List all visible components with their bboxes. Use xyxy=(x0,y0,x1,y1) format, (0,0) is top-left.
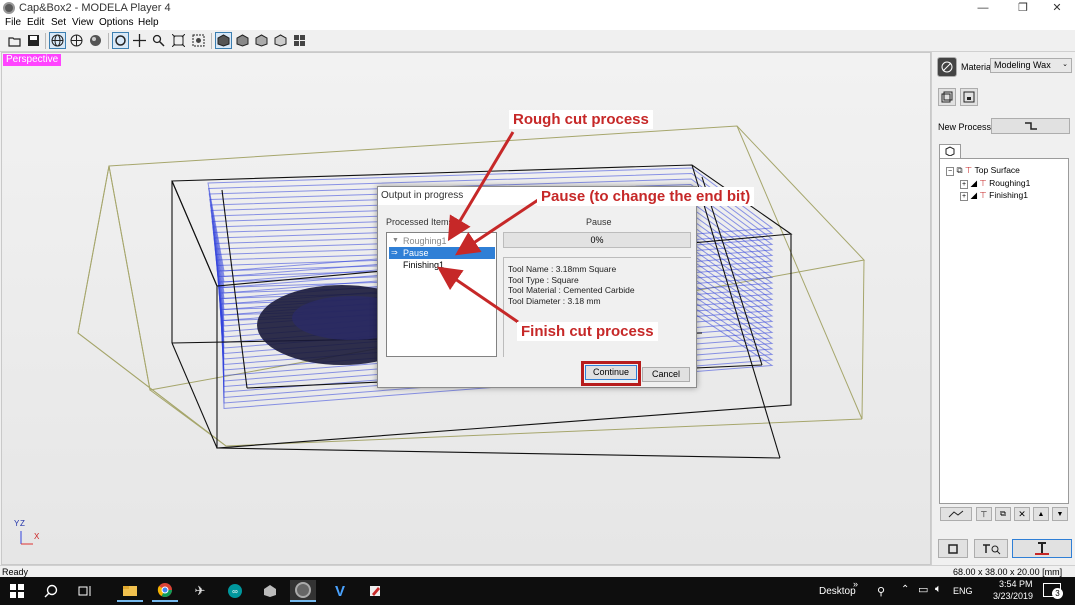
tool-icon: ⊤ xyxy=(979,190,987,200)
expand-icon: + xyxy=(960,192,969,201)
material-icon[interactable] xyxy=(937,57,957,77)
search-icon[interactable] xyxy=(38,580,64,602)
network-icon[interactable]: ▭ xyxy=(918,583,928,596)
people-icon[interactable]: ⚲ xyxy=(877,585,885,598)
model-view-icon[interactable] xyxy=(938,88,956,106)
3d-app-icon[interactable] xyxy=(257,580,283,602)
app-icon-plane[interactable]: ✈ xyxy=(187,580,213,602)
show-hidden-icons[interactable]: ⌃ xyxy=(901,584,909,595)
collapse-icon: − xyxy=(946,167,955,176)
desktop-toolbar[interactable]: Desktop xyxy=(819,586,856,597)
vectric-icon[interactable]: V xyxy=(327,580,353,602)
new-process-button[interactable] xyxy=(991,118,1070,134)
process-icon xyxy=(1024,122,1037,130)
expand-icon: + xyxy=(960,180,969,189)
chevron-double-icon[interactable]: » xyxy=(853,579,858,589)
task-view-icon[interactable] xyxy=(72,580,98,602)
tree-tab[interactable] xyxy=(939,144,961,158)
chevron-down-icon: ⌄ xyxy=(1062,61,1068,68)
notification-badge: 3 xyxy=(1052,588,1063,599)
preview-cut-icon[interactable] xyxy=(974,539,1008,558)
copy-icon[interactable]: ⧉ xyxy=(995,507,1011,521)
app-icon-red[interactable] xyxy=(362,580,388,602)
move-up-icon[interactable]: ▲ xyxy=(1033,507,1049,521)
svg-text:∞: ∞ xyxy=(232,587,238,596)
tree-item-roughing[interactable]: + ◢ ⊤ Roughing1 xyxy=(960,177,1030,189)
tool-icon: ⊤ xyxy=(964,165,973,175)
material-select[interactable]: Modeling Wax ⌄ xyxy=(990,58,1072,73)
annotation-pause: Pause (to change the end bit) xyxy=(537,187,755,206)
move-down-icon[interactable]: ▼ xyxy=(1052,507,1068,521)
stop-icon[interactable] xyxy=(938,539,968,558)
new-process-label: New Process xyxy=(938,122,992,132)
dimensions-text: 68.00 x 38.00 x 20.00 [mm] xyxy=(953,567,1063,577)
tree-item-top-surface[interactable]: − ⧉ ⊤ Top Surface xyxy=(946,164,1020,176)
windows-start-icon[interactable] xyxy=(4,580,30,602)
volume-icon[interactable]: 🔈︎ xyxy=(935,583,942,596)
annotation-arrows xyxy=(437,131,542,324)
action-center-icon[interactable]: 3 xyxy=(1043,583,1063,599)
tree-item-finishing[interactable]: + ◢ ⊤ Finishing1 xyxy=(960,189,1028,201)
tool-icon: ⊤ xyxy=(979,178,987,188)
right-panel: Material Modeling Wax ⌄ New Process − ⧉ … xyxy=(931,52,1075,565)
stock-view-icon[interactable] xyxy=(960,88,978,106)
material-label: Material xyxy=(961,62,994,72)
modela-icon[interactable] xyxy=(290,580,316,602)
edit-path-icon[interactable] xyxy=(940,507,972,521)
status-text: Ready xyxy=(2,567,29,577)
layers-icon: ⧉ xyxy=(956,165,963,175)
file-explorer-icon[interactable] xyxy=(117,580,143,602)
process-tree: − ⧉ ⊤ Top Surface + ◢ ⊤ Roughing1 + ◢ ⊤ … xyxy=(939,158,1069,504)
taskbar: ✈ ∞ V Desktop » ⚲ ⌃ ▭ 🔈︎ ENG 3:54 PM 3/2… xyxy=(0,577,1075,605)
language-indicator[interactable]: ENG xyxy=(953,586,973,596)
tool-settings-icon[interactable]: ⊤ xyxy=(976,507,992,521)
status-bar: Ready 68.00 x 38.00 x 20.00 [mm] xyxy=(0,565,1075,577)
annotation-finish: Finish cut process xyxy=(517,322,658,341)
clock-time[interactable]: 3:54 PM xyxy=(999,579,1033,589)
cut-icon[interactable] xyxy=(1012,539,1072,558)
cube-icon xyxy=(945,146,955,157)
surface-icon: ◢ xyxy=(970,178,978,188)
surface-icon: ◢ xyxy=(970,190,978,200)
clock-date[interactable]: 3/23/2019 xyxy=(993,591,1033,601)
chrome-icon[interactable] xyxy=(152,580,178,602)
annotation-rough: Rough cut process xyxy=(509,110,653,129)
delete-icon[interactable]: ✕ xyxy=(1014,507,1030,521)
arduino-icon[interactable]: ∞ xyxy=(222,580,248,602)
